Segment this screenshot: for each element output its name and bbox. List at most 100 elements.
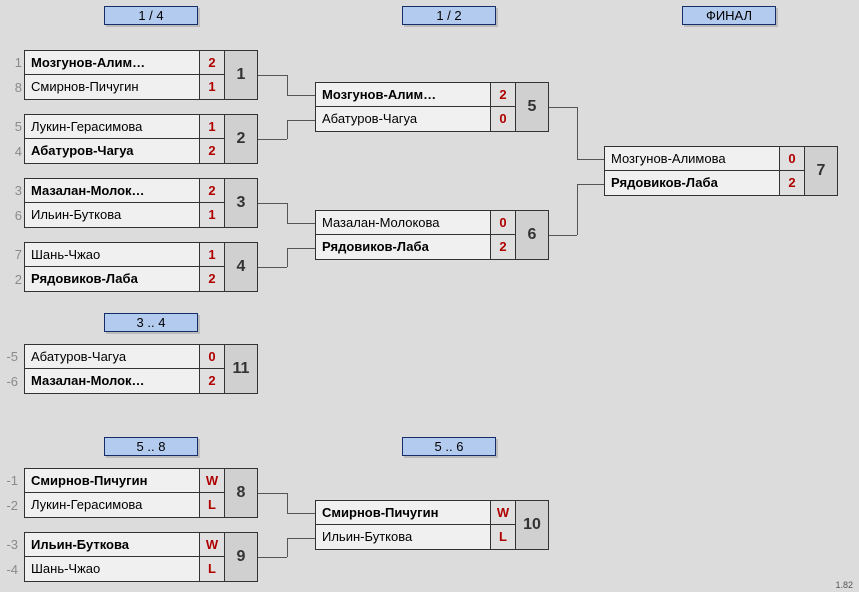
player-name: Ильин-Буткова xyxy=(25,533,199,557)
player-score: 2 xyxy=(200,179,224,203)
player-score: 1 xyxy=(200,243,224,267)
seed-label: -3 xyxy=(2,532,22,557)
round-label-final: ФИНАЛ xyxy=(682,6,776,25)
player-name: Рядовиков-Лаба xyxy=(25,267,199,291)
match-id: 6 xyxy=(515,210,549,260)
round-label-p58: 5 .. 8 xyxy=(104,437,198,456)
match-names: Мозгунов-Алим…Абатуров-Чагуа xyxy=(315,82,491,132)
match-scores: 12 xyxy=(199,114,225,164)
bracket-line xyxy=(258,493,287,494)
match-id: 2 xyxy=(224,114,258,164)
match-id: 9 xyxy=(224,532,258,582)
seed-label: -2 xyxy=(2,493,22,518)
match-names: Смирнов-ПичугинЛукин-Герасимова xyxy=(24,468,200,518)
match-id: 10 xyxy=(515,500,549,550)
bracket-line xyxy=(258,267,287,268)
player-name: Абатуров-Чагуа xyxy=(25,139,199,163)
player-score: 2 xyxy=(200,267,224,291)
bracket-line xyxy=(577,159,604,160)
match-names: Мазалан-МолоковаРядовиков-Лаба xyxy=(315,210,491,260)
bracket-line xyxy=(549,235,577,236)
match-names: Мозгунов-АлимоваРядовиков-Лаба xyxy=(604,146,780,196)
match-id: 7 xyxy=(804,146,838,196)
seed-label: 2 xyxy=(6,267,26,292)
player-name: Смирнов-Пичугин xyxy=(316,501,490,525)
seed-label: -4 xyxy=(2,557,22,582)
bracket-line xyxy=(287,513,315,514)
player-score: 2 xyxy=(491,83,515,107)
player-name: Мазалан-Молок… xyxy=(25,369,199,393)
player-name: Лукин-Герасимова xyxy=(25,493,199,517)
match-scores: 21 xyxy=(199,178,225,228)
player-score: 2 xyxy=(491,235,515,259)
bracket-line xyxy=(287,75,288,95)
match-names: Мозгунов-Алим…Смирнов-Пичугин xyxy=(24,50,200,100)
match-id: 8 xyxy=(224,468,258,518)
player-score: W xyxy=(200,533,224,557)
bracket-line xyxy=(258,557,287,558)
player-name: Шань-Чжао xyxy=(25,243,199,267)
player-name: Рядовиков-Лаба xyxy=(605,171,779,195)
seed-label: 5 xyxy=(6,114,26,139)
player-name: Абатуров-Чагуа xyxy=(25,345,199,369)
seed-label: 3 xyxy=(6,178,26,203)
round-label-p34: 3 .. 4 xyxy=(104,313,198,332)
bracket-line xyxy=(287,120,315,121)
match-names: Шань-ЧжаоРядовиков-Лаба xyxy=(24,242,200,292)
player-score: W xyxy=(200,469,224,493)
match-names: Лукин-ГерасимоваАбатуров-Чагуа xyxy=(24,114,200,164)
match-names: Ильин-БутковаШань-Чжао xyxy=(24,532,200,582)
bracket-line xyxy=(287,493,288,513)
player-name: Мазалан-Молокова xyxy=(316,211,490,235)
player-score: 1 xyxy=(200,75,224,99)
bracket-line xyxy=(549,107,577,108)
bracket-line xyxy=(287,248,288,268)
player-score: 2 xyxy=(200,51,224,75)
match-scores: 12 xyxy=(199,242,225,292)
round-label-p56: 5 .. 6 xyxy=(402,437,496,456)
player-score: L xyxy=(200,557,224,581)
match-id: 1 xyxy=(224,50,258,100)
seed-label: 4 xyxy=(6,139,26,164)
player-score: W xyxy=(491,501,515,525)
bracket-line xyxy=(287,203,288,223)
match-names: Смирнов-ПичугинИльин-Буткова xyxy=(315,500,491,550)
seed-label: -5 xyxy=(2,344,22,369)
bracket-line xyxy=(577,107,578,159)
player-name: Мозгунов-Алим… xyxy=(25,51,199,75)
match-scores: 02 xyxy=(199,344,225,394)
player-name: Мазалан-Молок… xyxy=(25,179,199,203)
bracket-line xyxy=(577,184,578,236)
player-score: 0 xyxy=(491,107,515,131)
player-score: L xyxy=(200,493,224,517)
seed-label: 8 xyxy=(6,75,26,100)
match-id: 3 xyxy=(224,178,258,228)
seed-label: -6 xyxy=(2,369,22,394)
player-name: Мозгунов-Алим… xyxy=(316,83,490,107)
player-name: Мозгунов-Алимова xyxy=(605,147,779,171)
seed-label: -1 xyxy=(2,468,22,493)
player-name: Смирнов-Пичугин xyxy=(25,469,199,493)
player-score: 2 xyxy=(200,139,224,163)
match-scores: WL xyxy=(490,500,516,550)
round-label-qf: 1 / 4 xyxy=(104,6,198,25)
bracket-line xyxy=(287,538,315,539)
bracket-line xyxy=(258,203,287,204)
match-names: Мазалан-Молок…Ильин-Буткова xyxy=(24,178,200,228)
player-score: 1 xyxy=(200,115,224,139)
bracket-line xyxy=(287,538,288,558)
player-score: L xyxy=(491,525,515,549)
match-scores: 20 xyxy=(490,82,516,132)
bracket-line xyxy=(287,248,315,249)
match-id: 5 xyxy=(515,82,549,132)
seed-label: 7 xyxy=(6,242,26,267)
match-scores: WL xyxy=(199,468,225,518)
player-score: 0 xyxy=(491,211,515,235)
match-scores: WL xyxy=(199,532,225,582)
match-names: Абатуров-ЧагуаМазалан-Молок… xyxy=(24,344,200,394)
player-score: 0 xyxy=(200,345,224,369)
player-name: Ильин-Буткова xyxy=(316,525,490,549)
player-name: Рядовиков-Лаба xyxy=(316,235,490,259)
player-name: Абатуров-Чагуа xyxy=(316,107,490,131)
player-score: 1 xyxy=(200,203,224,227)
